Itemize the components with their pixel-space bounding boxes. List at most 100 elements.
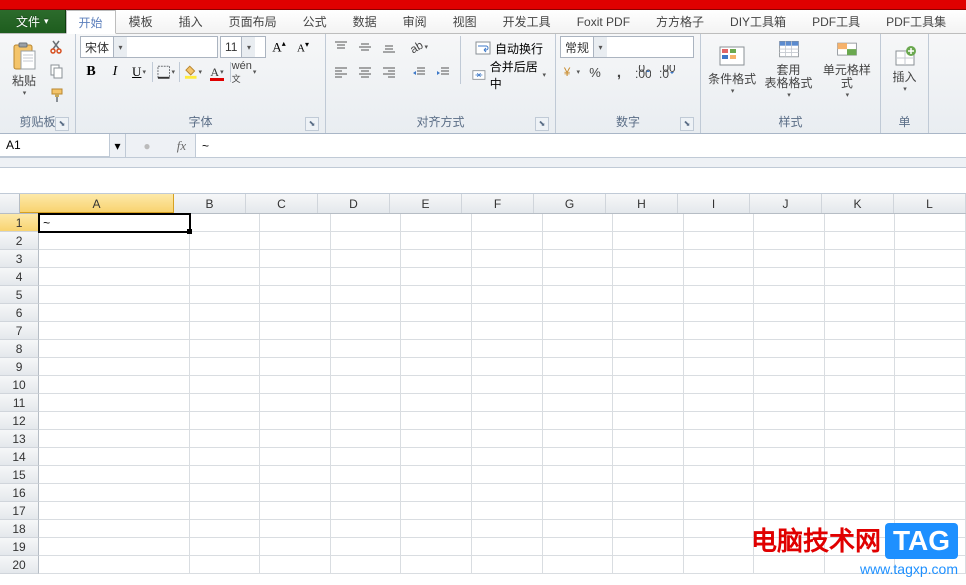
cell[interactable] [260, 538, 331, 556]
name-box-dropdown[interactable]: ▾ [110, 134, 126, 157]
cell[interactable] [331, 232, 402, 250]
cell[interactable] [543, 394, 614, 412]
row-header[interactable]: 10 [0, 376, 39, 394]
ribbon-tab[interactable]: 开发工具 [490, 10, 564, 33]
cell[interactable] [331, 484, 402, 502]
cell[interactable] [401, 286, 472, 304]
cell[interactable] [190, 376, 261, 394]
cell[interactable] [401, 376, 472, 394]
cell[interactable] [39, 304, 190, 322]
cell[interactable] [825, 430, 896, 448]
cell[interactable] [472, 250, 543, 268]
ribbon-tab[interactable]: 视图 [440, 10, 490, 33]
accounting-format-button[interactable]: ¥▾ [560, 61, 582, 83]
row-header[interactable]: 1 [0, 214, 39, 232]
cell[interactable] [895, 430, 966, 448]
file-tab[interactable]: 文件 [0, 10, 66, 33]
row-header[interactable]: 2 [0, 232, 39, 250]
cell[interactable] [895, 412, 966, 430]
cell[interactable] [613, 484, 684, 502]
cell[interactable] [190, 556, 261, 574]
insert-cells-button[interactable]: 插入▾ [885, 36, 924, 102]
border-button[interactable]: ▾ [155, 61, 177, 83]
cell[interactable] [331, 376, 402, 394]
cell[interactable] [543, 322, 614, 340]
cell-styles-button[interactable]: 单元格样式▾ [818, 36, 876, 102]
ribbon-tab[interactable]: 模板 [116, 10, 166, 33]
cell[interactable] [613, 268, 684, 286]
cell[interactable] [543, 484, 614, 502]
cell[interactable] [895, 268, 966, 286]
cell[interactable] [684, 232, 755, 250]
column-header[interactable]: D [318, 194, 390, 213]
row-header[interactable]: 11 [0, 394, 39, 412]
cell[interactable] [260, 484, 331, 502]
cell[interactable] [613, 412, 684, 430]
cell[interactable] [684, 538, 755, 556]
row-header[interactable]: 17 [0, 502, 39, 520]
cell[interactable] [895, 214, 966, 232]
cell[interactable] [684, 304, 755, 322]
cell[interactable] [895, 448, 966, 466]
decrease-font-button[interactable]: A▾ [292, 36, 314, 58]
cell[interactable] [825, 484, 896, 502]
cell[interactable] [39, 502, 190, 520]
cell[interactable] [543, 448, 614, 466]
cell[interactable] [613, 376, 684, 394]
row-header[interactable]: 13 [0, 430, 39, 448]
cell[interactable] [260, 448, 331, 466]
ribbon-tab[interactable]: 数据 [340, 10, 390, 33]
cell[interactable] [39, 484, 190, 502]
cell[interactable] [684, 394, 755, 412]
cell[interactable] [543, 232, 614, 250]
name-box[interactable]: A1 [0, 134, 110, 157]
cell[interactable] [190, 268, 261, 286]
cell[interactable] [472, 556, 543, 574]
row-header[interactable]: 19 [0, 538, 39, 556]
cell[interactable] [472, 502, 543, 520]
cell[interactable] [190, 538, 261, 556]
cell[interactable] [895, 358, 966, 376]
formula-bar-expand[interactable] [0, 158, 966, 168]
bold-button[interactable]: B [80, 61, 102, 83]
cell[interactable] [684, 358, 755, 376]
dialog-launcher-icon[interactable]: ⬊ [535, 117, 549, 131]
cell[interactable] [825, 358, 896, 376]
cell[interactable] [895, 340, 966, 358]
cell[interactable] [543, 286, 614, 304]
cell[interactable] [472, 484, 543, 502]
cell[interactable] [331, 340, 402, 358]
font-color-button[interactable]: A▾ [206, 61, 228, 83]
cell[interactable] [825, 268, 896, 286]
cell[interactable] [472, 340, 543, 358]
cell[interactable] [825, 502, 896, 520]
row-header[interactable]: 3 [0, 250, 39, 268]
cell[interactable] [401, 466, 472, 484]
cell[interactable] [190, 214, 261, 232]
row-header[interactable]: 6 [0, 304, 39, 322]
cell[interactable] [331, 502, 402, 520]
paste-button[interactable]: 粘贴 ▾ [4, 36, 44, 102]
cell[interactable] [401, 340, 472, 358]
cell[interactable] [260, 466, 331, 484]
cell[interactable] [895, 394, 966, 412]
cell[interactable] [190, 448, 261, 466]
cell[interactable] [895, 322, 966, 340]
cell[interactable] [684, 484, 755, 502]
cell[interactable] [331, 304, 402, 322]
cell[interactable] [331, 412, 402, 430]
column-header[interactable]: L [894, 194, 966, 213]
cell[interactable] [825, 232, 896, 250]
cell[interactable] [825, 250, 896, 268]
cell[interactable] [825, 376, 896, 394]
cell[interactable] [754, 322, 825, 340]
cell[interactable] [754, 412, 825, 430]
cell[interactable] [613, 232, 684, 250]
cell[interactable] [260, 430, 331, 448]
increase-decimal-button[interactable]: .0.00 [632, 61, 654, 83]
cell[interactable] [401, 502, 472, 520]
column-header[interactable]: G [534, 194, 606, 213]
cell[interactable] [39, 286, 190, 304]
cell[interactable] [39, 556, 190, 574]
cell[interactable] [684, 412, 755, 430]
